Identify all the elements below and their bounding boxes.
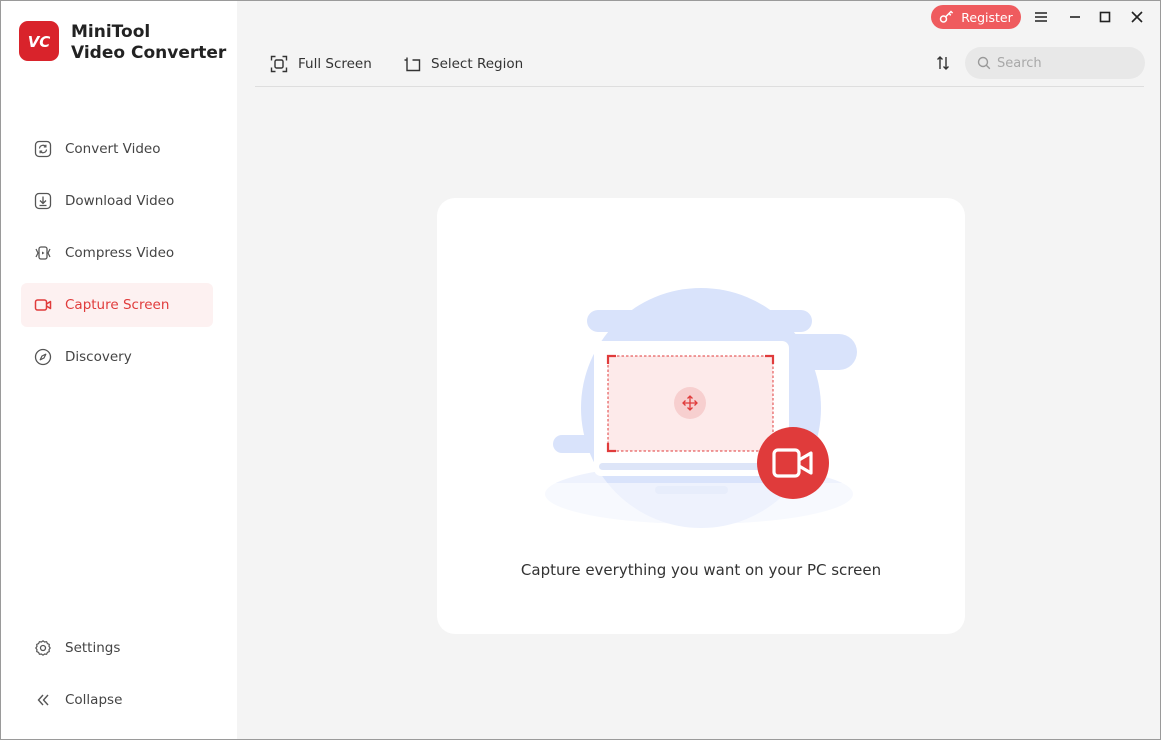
settings-button[interactable]: Settings xyxy=(21,626,213,670)
sidebar-item-label: Compress Video xyxy=(65,245,175,261)
compass-icon xyxy=(33,347,53,367)
key-icon xyxy=(939,10,955,24)
download-icon xyxy=(33,191,53,211)
sidebar-item-capture-screen[interactable]: Capture Screen xyxy=(21,283,213,327)
video-camera-icon xyxy=(33,295,53,315)
top-bar: Register Full Screen Select Region xyxy=(237,1,1160,87)
capture-screen-illustration xyxy=(545,288,857,533)
select-region-icon xyxy=(403,55,421,73)
sidebar-item-discovery[interactable]: Discovery xyxy=(21,335,213,379)
sidebar-item-label: Capture Screen xyxy=(65,297,170,313)
app-title: MiniTool Video Converter xyxy=(71,22,226,64)
collapse-button[interactable]: Collapse xyxy=(21,678,213,722)
maximize-icon xyxy=(1099,11,1111,23)
sidebar-item-compress-video[interactable]: Compress Video xyxy=(21,231,213,275)
full-screen-button[interactable]: Full Screen xyxy=(270,53,372,75)
full-screen-label: Full Screen xyxy=(298,56,372,72)
sidebar-item-label: Discovery xyxy=(65,349,132,365)
maximize-button[interactable] xyxy=(1094,6,1116,28)
collapse-label: Collapse xyxy=(65,692,123,708)
app-window: VC MiniTool Video Converter Convert Vide… xyxy=(0,0,1161,740)
sidebar-item-download-video[interactable]: Download Video xyxy=(21,179,213,223)
double-chevron-left-icon xyxy=(33,690,53,710)
search-box[interactable] xyxy=(965,47,1145,79)
minimize-icon xyxy=(1070,16,1080,18)
sidebar-item-label: Download Video xyxy=(65,193,175,209)
convert-icon xyxy=(33,139,53,159)
app-logo: VC xyxy=(19,21,59,61)
gear-icon xyxy=(33,638,53,658)
app-title-line2: Video Converter xyxy=(71,43,227,63)
full-screen-icon xyxy=(270,55,288,73)
select-region-label: Select Region xyxy=(431,56,524,72)
register-label: Register xyxy=(961,9,1013,25)
compress-icon xyxy=(33,243,53,263)
settings-label: Settings xyxy=(65,640,121,656)
search-icon xyxy=(977,56,991,70)
register-button[interactable]: Register xyxy=(931,5,1021,29)
select-region-button[interactable]: Select Region xyxy=(403,53,523,75)
capture-empty-state-card: Capture everything you want on your PC s… xyxy=(437,198,965,634)
logo-vc-icon: VC xyxy=(28,33,51,51)
sidebar-nav: Convert Video Download Video Compress Vi… xyxy=(21,127,213,387)
toolbar-divider xyxy=(255,86,1144,87)
search-input[interactable] xyxy=(997,55,1137,71)
menu-button[interactable] xyxy=(1030,6,1052,28)
app-title-line1: MiniTool xyxy=(71,22,151,42)
svg-text:VC: VC xyxy=(28,33,51,51)
sort-button[interactable] xyxy=(932,52,954,74)
sidebar: VC MiniTool Video Converter Convert Vide… xyxy=(1,1,237,739)
close-button[interactable] xyxy=(1126,6,1148,28)
menu-icon xyxy=(1035,12,1047,22)
capture-caption: Capture everything you want on your PC s… xyxy=(520,561,882,579)
sidebar-bottom: Settings Collapse xyxy=(21,626,213,730)
sidebar-item-label: Convert Video xyxy=(65,141,161,157)
close-icon xyxy=(1131,11,1143,23)
minimize-button[interactable] xyxy=(1064,6,1086,28)
sidebar-item-convert-video[interactable]: Convert Video xyxy=(21,127,213,171)
sort-icon xyxy=(937,56,949,70)
